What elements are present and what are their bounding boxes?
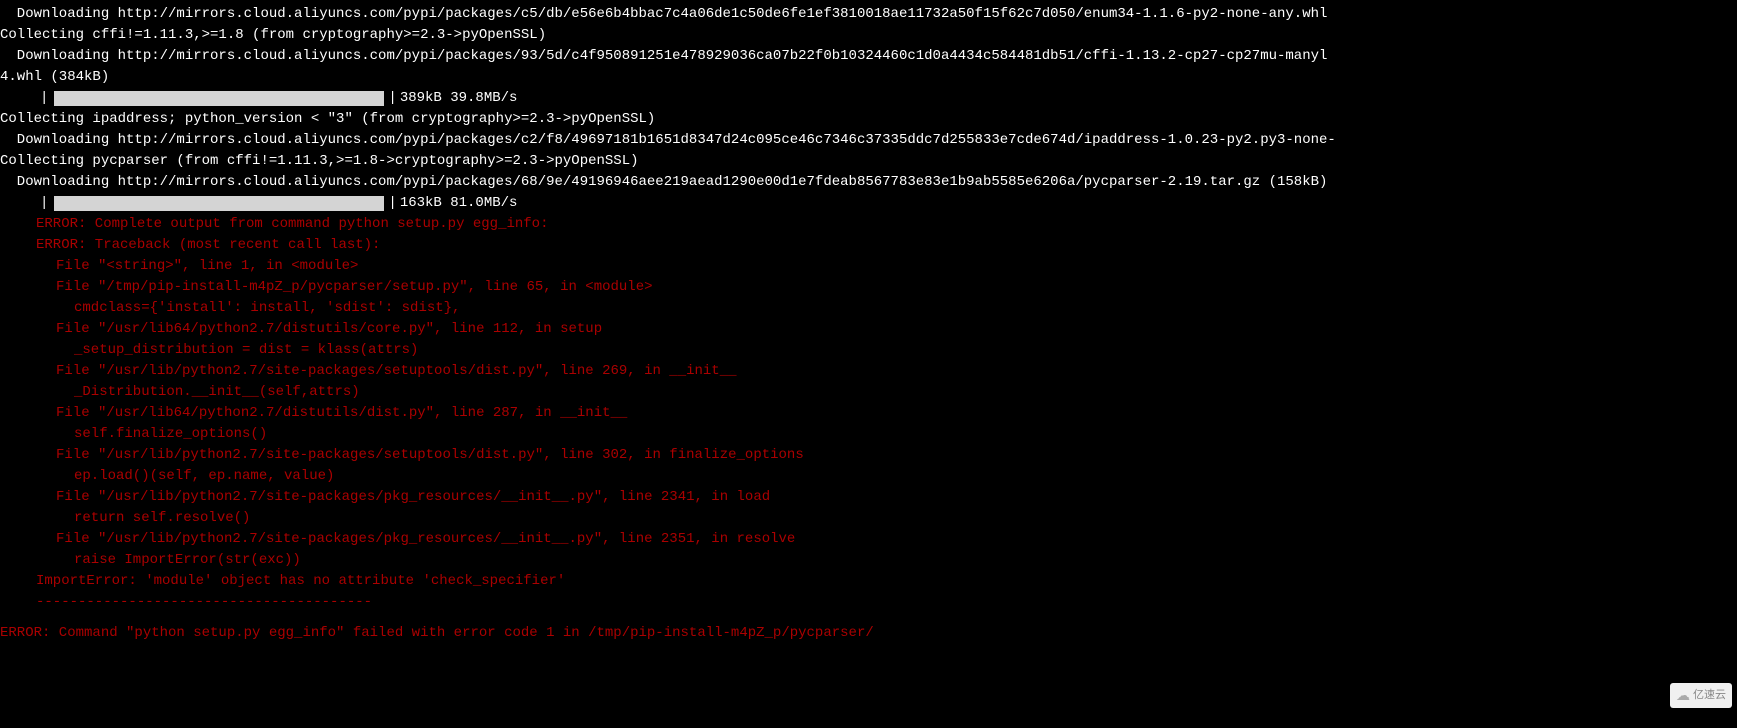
progress-text: 389kB 39.8MB/s — [400, 88, 518, 109]
progress-bar-bracket: | — [388, 193, 396, 214]
output-line: 4.whl (384kB) — [0, 67, 1737, 88]
progress-bar-bracket: | — [388, 88, 396, 109]
progress-text: 163kB 81.0MB/s — [400, 193, 518, 214]
output-line: Downloading http://mirrors.cloud.aliyunc… — [0, 4, 1737, 25]
error-line-file: File "/usr/lib/python2.7/site-packages/s… — [0, 361, 1737, 382]
progress-bar-bracket: | — [40, 193, 48, 214]
error-line-file: File "/tmp/pip-install-m4pZ_p/pycparser/… — [0, 277, 1737, 298]
error-line-code: _setup_distribution = dist = klass(attrs… — [0, 340, 1737, 361]
output-line: Downloading http://mirrors.cloud.aliyunc… — [0, 46, 1737, 67]
progress-row: | | 163kB 81.0MB/s — [0, 193, 1737, 214]
error-line-file: File "/usr/lib64/python2.7/distutils/dis… — [0, 403, 1737, 424]
output-line: Collecting cffi!=1.11.3,>=1.8 (from cryp… — [0, 25, 1737, 46]
error-line-file: File "/usr/lib64/python2.7/distutils/cor… — [0, 319, 1737, 340]
progress-bar-bracket: | — [40, 88, 48, 109]
error-line-code: raise ImportError(str(exc)) — [0, 550, 1737, 571]
output-line: Downloading http://mirrors.cloud.aliyunc… — [0, 172, 1737, 193]
error-separator: ---------------------------------------- — [0, 592, 1737, 613]
error-line-file: File "/usr/lib/python2.7/site-packages/s… — [0, 445, 1737, 466]
error-line-file: File "/usr/lib/python2.7/site-packages/p… — [0, 487, 1737, 508]
progress-bar-fill — [54, 91, 384, 106]
error-line-code: _Distribution.__init__(self,attrs) — [0, 382, 1737, 403]
error-final: ERROR: Command "python setup.py egg_info… — [0, 623, 1737, 644]
error-line-code: cmdclass={'install': install, 'sdist': s… — [0, 298, 1737, 319]
progress-bar-fill — [54, 196, 384, 211]
error-line-code: ep.load()(self, ep.name, value) — [0, 466, 1737, 487]
watermark-badge: ☁ 亿速云 — [1670, 683, 1732, 708]
error-line: ERROR: Complete output from command pyth… — [0, 214, 1737, 235]
watermark-text: 亿速云 — [1693, 687, 1726, 704]
blank-line — [0, 613, 1737, 623]
error-line-file: File "/usr/lib/python2.7/site-packages/p… — [0, 529, 1737, 550]
output-line: Collecting ipaddress; python_version < "… — [0, 109, 1737, 130]
error-line-file: File "<string>", line 1, in <module> — [0, 256, 1737, 277]
cloud-icon: ☁ — [1676, 685, 1690, 706]
error-line-code: return self.resolve() — [0, 508, 1737, 529]
terminal-output: Downloading http://mirrors.cloud.aliyunc… — [0, 0, 1737, 644]
progress-row: | | 389kB 39.8MB/s — [0, 88, 1737, 109]
error-line-code: self.finalize_options() — [0, 424, 1737, 445]
error-import-error: ImportError: 'module' object has no attr… — [0, 571, 1737, 592]
error-line: ERROR: Traceback (most recent call last)… — [0, 235, 1737, 256]
output-line: Downloading http://mirrors.cloud.aliyunc… — [0, 130, 1737, 151]
output-line: Collecting pycparser (from cffi!=1.11.3,… — [0, 151, 1737, 172]
